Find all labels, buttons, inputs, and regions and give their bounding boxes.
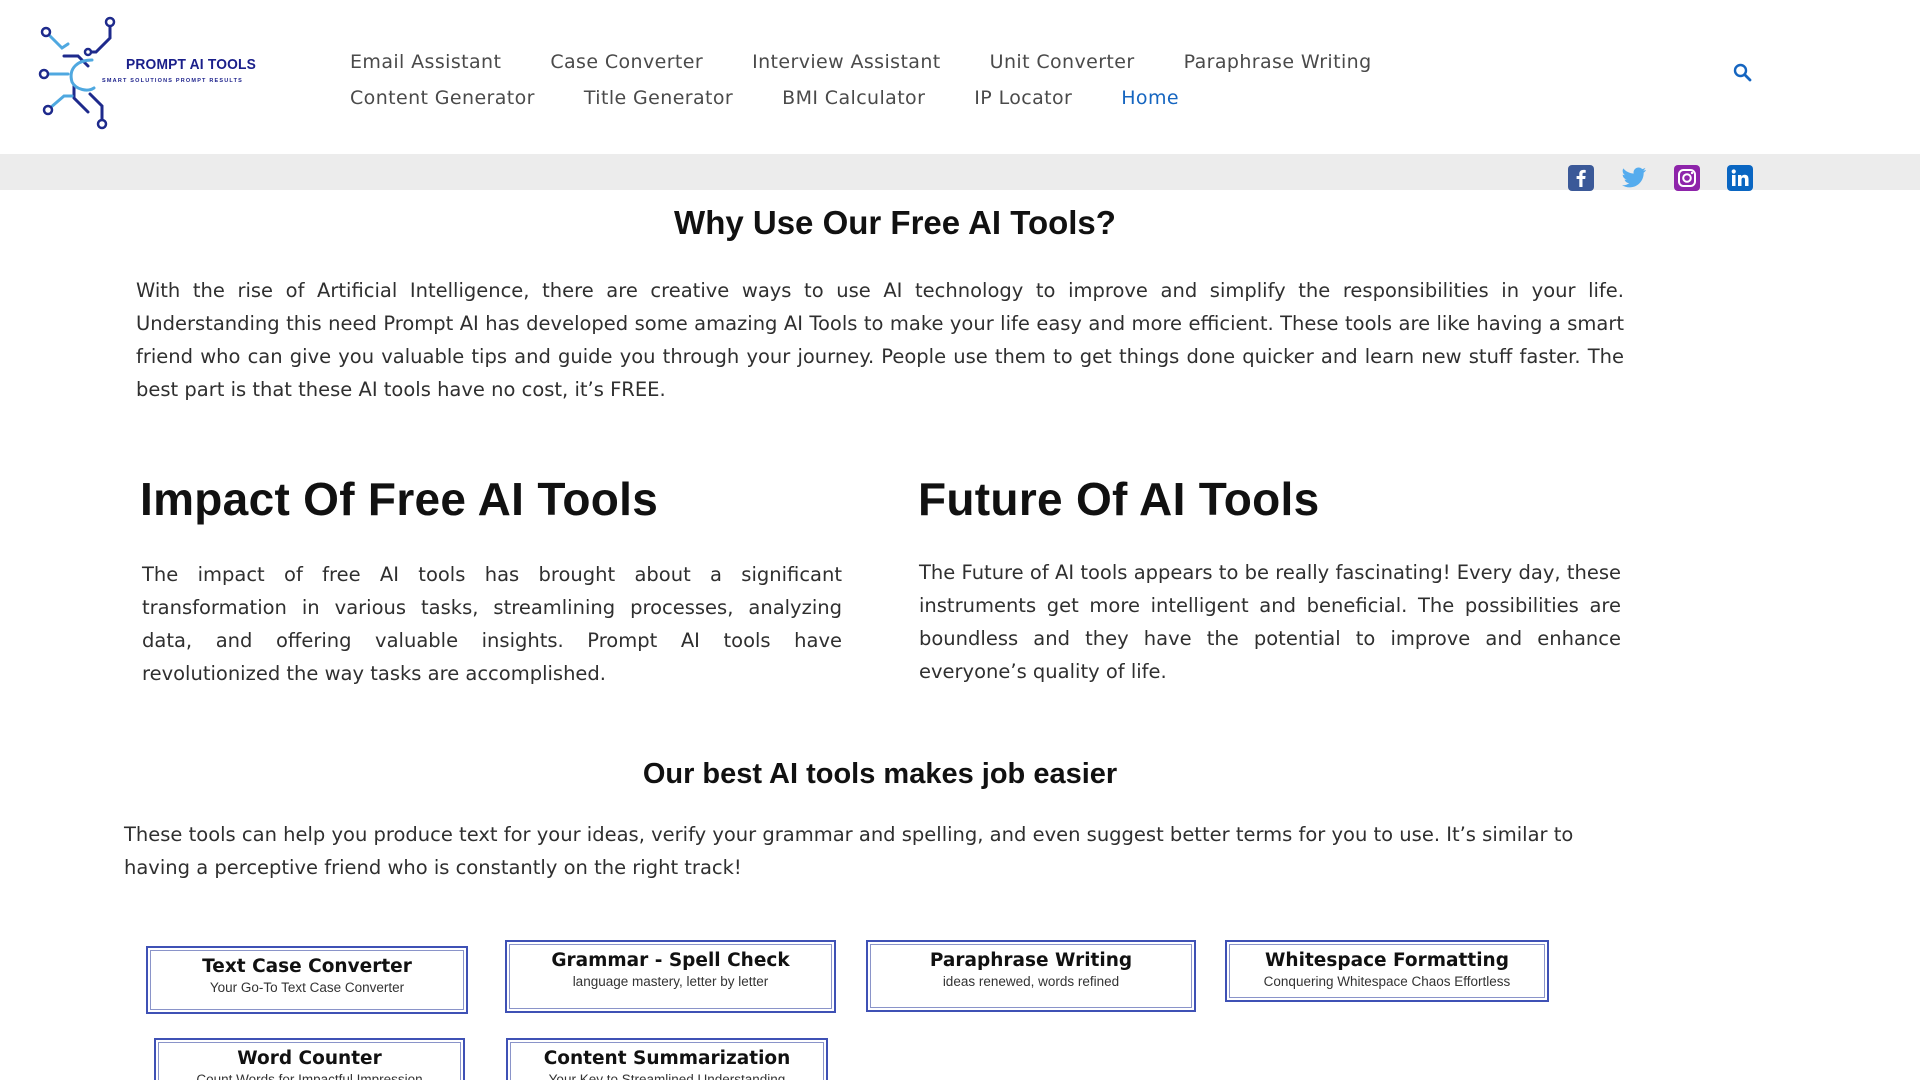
card-title: Whitespace Formatting (1265, 950, 1509, 971)
best-tools-heading: Our best AI tools makes job easier (642, 758, 1118, 790)
card-subtitle: ideas renewed, words refined (942, 974, 1120, 989)
logo-tagline: SMART SOLUTIONS PROMPT RESULTS (102, 78, 244, 84)
facebook-icon[interactable] (1568, 165, 1594, 191)
nav-item-ip-locator[interactable]: IP Locator (974, 87, 1072, 109)
card-title: Content Summarization (543, 1048, 791, 1069)
card-title: Paraphrase Writing (929, 950, 1133, 971)
nav-item-paraphrase-writing[interactable]: Paraphrase Writing (1184, 51, 1372, 73)
nav-row-2: Content Generator Title Generator BMI Ca… (350, 80, 1500, 116)
card-title: Grammar - Spell Check (551, 950, 790, 971)
nav-item-unit-converter[interactable]: Unit Converter (990, 51, 1135, 73)
card-subtitle: language mastery, letter by letter (572, 974, 769, 989)
why-heading: Why Use Our Free AI Tools? (674, 204, 1116, 241)
tool-card-word-counter[interactable]: Word Counter Count Words for Impactful I… (154, 1038, 465, 1080)
future-paragraph: The Future of AI tools appears to be rea… (919, 561, 1621, 683)
impact-heading: Impact Of Free AI Tools (140, 473, 659, 525)
linkedin-icon[interactable] (1727, 165, 1753, 191)
nav-item-email-assistant[interactable]: Email Assistant (350, 51, 501, 73)
card-title: Word Counter (237, 1048, 382, 1069)
logo-circuit-icon (38, 16, 116, 130)
best-tools-paragraph: These tools can help you produce text fo… (124, 823, 1574, 879)
site-header: PROMPT AI TOOLS SMART SOLUTIONS PROMPT R… (0, 0, 1920, 154)
nav-item-case-converter[interactable]: Case Converter (550, 51, 703, 73)
nav-item-interview-assistant[interactable]: Interview Assistant (752, 51, 941, 73)
card-subtitle: Your Key to Streamlined Understanding (548, 1072, 786, 1080)
nav-item-home[interactable]: Home (1121, 87, 1179, 109)
social-bar (0, 154, 1920, 191)
search-icon[interactable] (1732, 62, 1754, 84)
future-heading: Future Of AI Tools (918, 473, 1320, 525)
site-logo[interactable]: PROMPT AI TOOLS SMART SOLUTIONS PROMPT R… (38, 16, 300, 134)
card-subtitle: Conquering Whitespace Chaos Effortless (1263, 974, 1511, 989)
nav-item-title-generator[interactable]: Title Generator (584, 87, 733, 109)
nav-item-bmi-calculator[interactable]: BMI Calculator (782, 87, 925, 109)
instagram-icon[interactable] (1674, 165, 1700, 191)
twitter-icon[interactable] (1621, 165, 1647, 191)
tool-card-text-case-converter[interactable]: Text Case Converter Your Go-To Text Case… (146, 946, 468, 1014)
why-paragraph: With the rise of Artificial Intelligence… (136, 279, 1624, 401)
nav-row-1: Email Assistant Case Converter Interview… (350, 44, 1500, 80)
nav-item-content-generator[interactable]: Content Generator (350, 87, 535, 109)
card-title: Text Case Converter (202, 956, 412, 977)
tool-card-whitespace-formatting[interactable]: Whitespace Formatting Conquering Whitesp… (1225, 940, 1549, 1002)
logo-name: PROMPT AI TOOLS (126, 56, 257, 73)
card-subtitle: Your Go-To Text Case Converter (209, 980, 405, 995)
tool-card-content-summarization[interactable]: Content Summarization Your Key to Stream… (506, 1038, 828, 1080)
tool-card-grammar-spell-check[interactable]: Grammar - Spell Check language mastery, … (505, 940, 836, 1013)
tool-card-paraphrase-writing[interactable]: Paraphrase Writing ideas renewed, words … (866, 940, 1196, 1012)
card-subtitle: Count Words for Impactful Impression (196, 1072, 423, 1080)
main-navigation: Email Assistant Case Converter Interview… (350, 44, 1500, 116)
impact-paragraph: The impact of free AI tools has brought … (142, 563, 842, 685)
